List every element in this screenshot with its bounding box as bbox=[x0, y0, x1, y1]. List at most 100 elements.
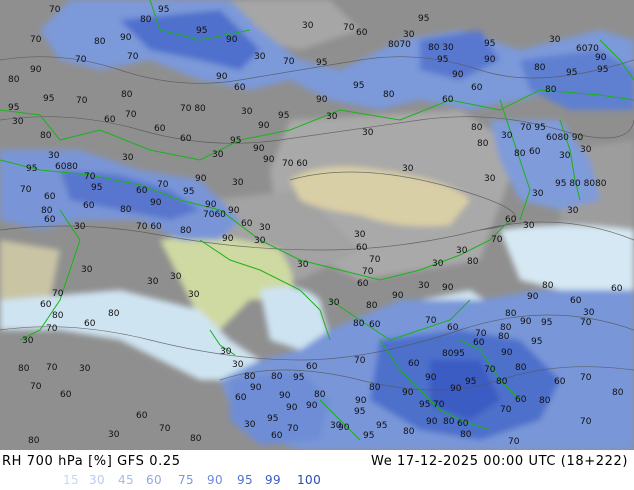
contour-label: 80 bbox=[403, 427, 415, 437]
contour-label: 95 bbox=[293, 373, 304, 383]
contour-label: 95 bbox=[158, 5, 169, 15]
contour-label: 60 bbox=[471, 83, 483, 93]
contour-label: 70 bbox=[46, 324, 58, 334]
contour-label: 80 bbox=[369, 383, 381, 393]
contour-label: 60 bbox=[271, 431, 283, 441]
contour-label: 60 bbox=[442, 95, 454, 105]
contour-label: 90 bbox=[253, 144, 265, 154]
contour-label: 60 bbox=[356, 243, 368, 253]
contour-label: 70 bbox=[157, 180, 169, 190]
contour-label: 70 bbox=[159, 424, 171, 434]
valid-time: We 17-12-2025 00:00 UTC (18+222) bbox=[371, 454, 628, 469]
contour-label: 30 bbox=[580, 145, 592, 155]
contour-label: 70 bbox=[30, 382, 42, 392]
contour-label: 30 bbox=[559, 151, 571, 161]
contour-label: 60 bbox=[235, 393, 247, 403]
contour-label: 95 bbox=[316, 58, 327, 68]
contour-label: 8070 bbox=[388, 40, 411, 50]
contour-label: 90 bbox=[450, 384, 462, 394]
contour-label: 30 bbox=[170, 272, 182, 282]
contour-label: 70 bbox=[125, 110, 137, 120]
contour-label: 30 bbox=[232, 360, 244, 370]
contour-label: 90 bbox=[426, 417, 438, 427]
contour-label: 30 bbox=[48, 151, 60, 161]
contour-label: 90 bbox=[150, 198, 162, 208]
contour-label: 30 bbox=[74, 222, 86, 232]
contour-label: 90 bbox=[484, 55, 496, 65]
contour-label: 6080 90 bbox=[546, 133, 583, 143]
contour-label: 95 bbox=[8, 103, 19, 113]
contour-label: 80 bbox=[271, 372, 283, 382]
contour-label: 90 bbox=[226, 35, 238, 45]
legend-item: 45 bbox=[118, 473, 135, 487]
contour-label: 30 bbox=[354, 230, 366, 240]
contour-label: 90 bbox=[195, 174, 207, 184]
contour-label: 80 30 bbox=[428, 43, 454, 53]
contour-label: 30 bbox=[232, 178, 244, 188]
contour-label: 95 80 8080 bbox=[555, 179, 607, 189]
contour-label: 80 bbox=[612, 388, 624, 398]
contour-label: 95 bbox=[267, 414, 278, 424]
contour-label: 70 bbox=[52, 289, 64, 299]
contour-label: 60 bbox=[44, 192, 56, 202]
contour-label: 30 bbox=[147, 277, 159, 287]
contour-label: 80 bbox=[94, 37, 106, 47]
contour-label: 30 bbox=[81, 265, 93, 275]
contour-label: 30 bbox=[326, 112, 338, 122]
contour-label: 80 bbox=[52, 311, 64, 321]
contour-label: 80 bbox=[383, 90, 395, 100]
contour-label: 60 bbox=[60, 390, 72, 400]
legend-item: 90 bbox=[207, 473, 224, 487]
contour-label: 80 bbox=[545, 85, 557, 95]
contour-label: 30 bbox=[22, 336, 34, 346]
contour-label: 90 bbox=[402, 388, 414, 398]
contour-label: 70 bbox=[508, 437, 520, 447]
contour-label: 30 bbox=[456, 246, 468, 256]
contour-label: 90 bbox=[338, 423, 350, 433]
contour-label: 60 bbox=[136, 186, 148, 196]
contour-label: 90 bbox=[222, 234, 234, 244]
contour-label: 90 bbox=[355, 396, 367, 406]
contour-label: 60 bbox=[447, 323, 459, 333]
contour-label: 80 bbox=[443, 417, 455, 427]
contour-label: 70 bbox=[580, 318, 592, 328]
contour-label: 80 bbox=[498, 332, 510, 342]
contour-label: 70 bbox=[75, 55, 87, 65]
contour-label: 30 bbox=[220, 347, 232, 357]
contour-label: 95 bbox=[196, 26, 207, 36]
legend-item: 75 bbox=[178, 473, 195, 487]
contour-label: 30 bbox=[12, 117, 24, 127]
legend-item: 15 bbox=[63, 473, 80, 487]
contour-label: 70 bbox=[580, 373, 592, 383]
contour-label: 95 bbox=[418, 14, 429, 24]
contour-label: 60 bbox=[44, 215, 56, 225]
contour-label: 95 bbox=[183, 187, 194, 197]
contour-label: 70 bbox=[287, 424, 299, 434]
product-title: RH 700 hPa [%] GFS 0.25 bbox=[2, 454, 181, 469]
contour-label: 95 bbox=[437, 55, 448, 65]
contour-label: 60 bbox=[40, 300, 52, 310]
contour-label: 60 bbox=[505, 215, 517, 225]
dry-region-arabia bbox=[0, 240, 60, 300]
contour-label: 30 bbox=[254, 236, 266, 246]
contour-label: 30 bbox=[328, 298, 340, 308]
legend-item: 60 bbox=[146, 473, 163, 487]
contour-label: 80 bbox=[467, 257, 479, 267]
contour-label: 95 bbox=[230, 136, 241, 146]
contour-label: 60 bbox=[136, 411, 148, 421]
contour-label: 60 bbox=[515, 395, 527, 405]
contour-label: 70 bbox=[20, 185, 32, 195]
contour-label: 90 bbox=[286, 403, 298, 413]
contour-label: 90 bbox=[595, 53, 607, 63]
contour-label: 30 bbox=[259, 223, 271, 233]
contour-label: 70 bbox=[343, 23, 355, 33]
contour-label: 30 bbox=[188, 290, 200, 300]
contour-label: 90 bbox=[205, 200, 217, 210]
contour-label: 80 bbox=[40, 131, 52, 141]
contour-label: 70 bbox=[425, 316, 437, 326]
contour-label: 70 bbox=[354, 356, 366, 366]
contour-label: 30 bbox=[532, 189, 544, 199]
contour-label: 95 bbox=[566, 68, 577, 78]
contour-label: 70 bbox=[46, 363, 58, 373]
contour-label: 95 bbox=[354, 407, 365, 417]
